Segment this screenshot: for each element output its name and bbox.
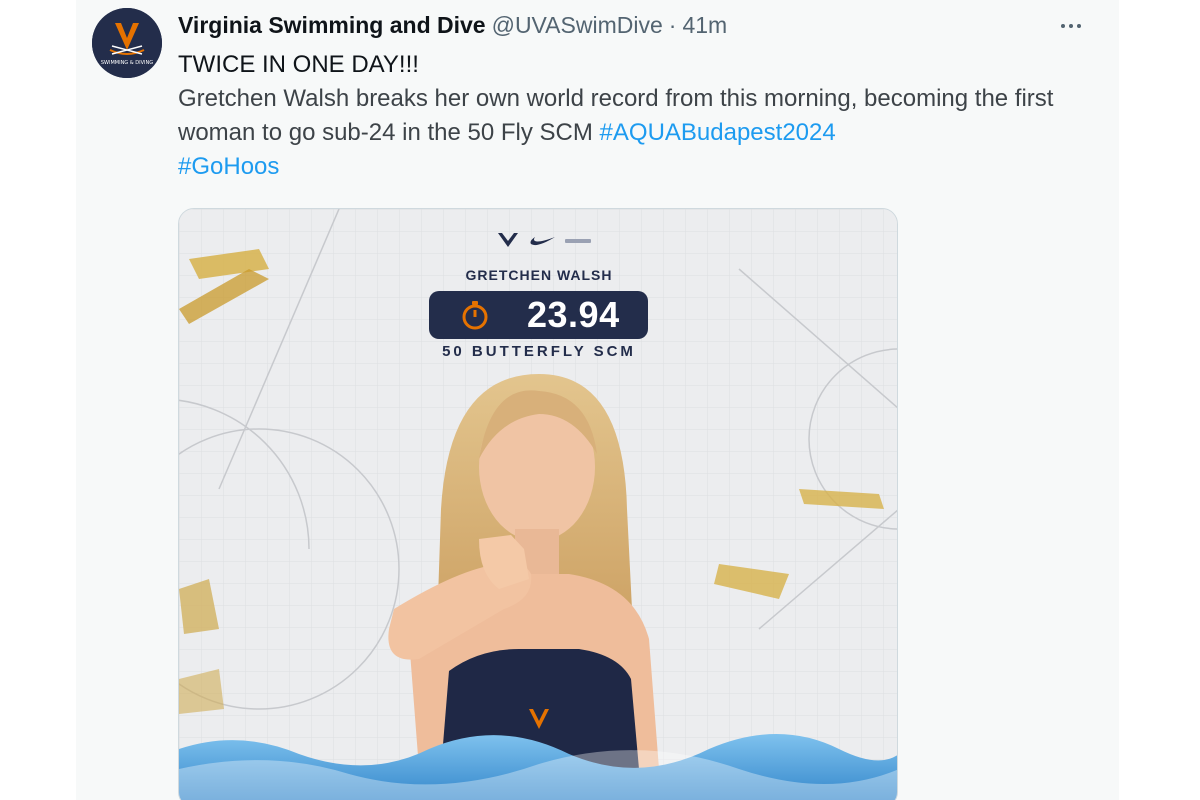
hashtag-gohoos[interactable]: #GoHoos	[178, 153, 279, 180]
timestamp[interactable]: 41m	[682, 10, 727, 40]
tweet-header: Virginia Swimming and Dive @UVASwimDive …	[178, 10, 727, 40]
hashtag-aquabudapest2024[interactable]: #AQUABudapest2024	[600, 119, 836, 146]
tweet-media-image[interactable]: GRETCHEN WALSH 23.94 50 BUTTERFLY SCM	[178, 208, 898, 800]
result-time-badge: 23.94	[429, 291, 648, 339]
tweet-headline: TWICE IN ONE DAY!!!	[178, 51, 419, 78]
display-name[interactable]: Virginia Swimming and Dive	[178, 10, 486, 40]
event-name: 50 BUTTERFLY SCM	[442, 343, 636, 360]
uva-logo-icon: SWIMMING & DIVING	[92, 8, 162, 78]
result-time: 23.94	[527, 294, 620, 335]
brand-logos	[495, 231, 591, 251]
avatar-label: SWIMMING & DIVING	[101, 60, 153, 66]
tweet-text: TWICE IN ONE DAY!!! Gretchen Walsh break…	[178, 48, 1083, 184]
athlete-name: GRETCHEN WALSH	[465, 267, 613, 283]
uva-logo-icon	[498, 233, 518, 247]
stopwatch-icon	[462, 301, 488, 330]
more-options-icon[interactable]	[1056, 16, 1086, 36]
user-handle[interactable]: @UVASwimDive	[492, 10, 663, 40]
nike-swoosh-icon	[530, 237, 555, 246]
sponsor-logo-icon	[565, 239, 591, 243]
separator-dot: ·	[668, 12, 677, 38]
avatar[interactable]: SWIMMING & DIVING	[92, 8, 162, 78]
